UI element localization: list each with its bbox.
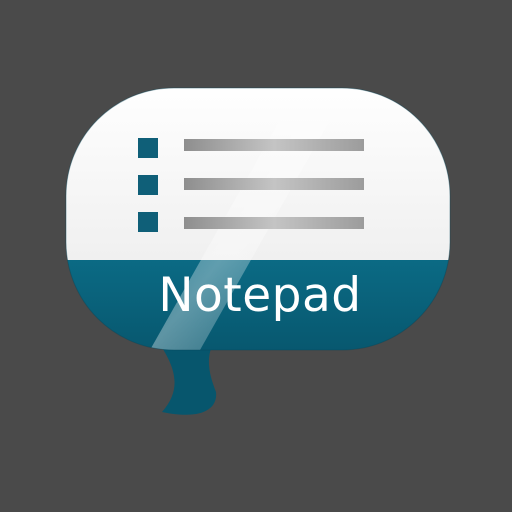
notepad-app-icon[interactable]: Notepad [0, 0, 512, 512]
app-name-label: Notepad [158, 268, 362, 323]
list-bullet-2 [138, 175, 158, 195]
list-bullet-1 [138, 138, 158, 158]
list-bullet-3 [138, 212, 158, 232]
list-line-2 [184, 178, 364, 190]
speech-bubble-icon [65, 87, 451, 415]
list-line-1 [184, 139, 364, 151]
list-line-3 [184, 217, 364, 229]
